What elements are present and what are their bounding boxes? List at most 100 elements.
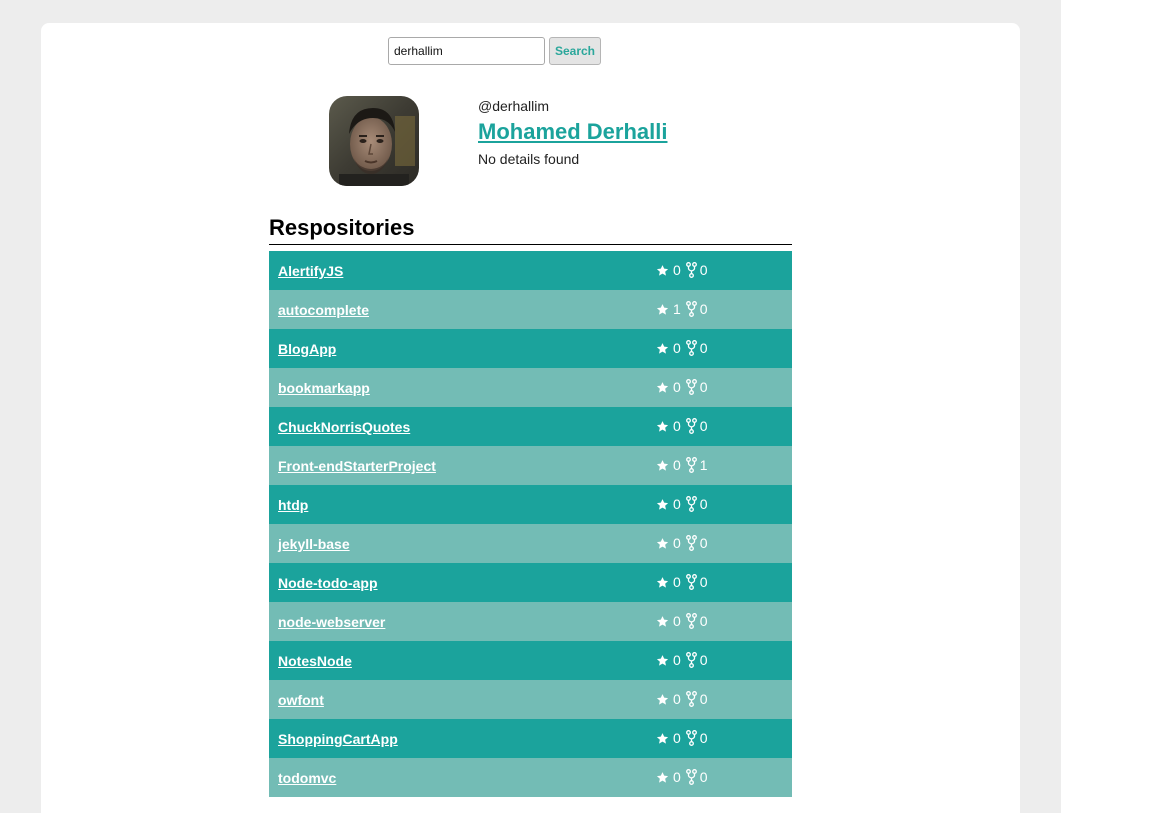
- fork-count: 0: [699, 418, 708, 434]
- star-icon: [656, 615, 669, 627]
- fork-icon: [685, 769, 697, 785]
- star-icon: [656, 264, 669, 276]
- repo-stats: 0 0: [656, 729, 708, 747]
- fork-count: 0: [699, 535, 708, 551]
- fork-count: 0: [699, 379, 708, 395]
- repo-link[interactable]: owfont: [278, 692, 324, 708]
- repo-row: AlertifyJS 0 0: [269, 251, 792, 290]
- repo-stats: 0 0: [656, 768, 708, 786]
- star-icon: [656, 342, 669, 354]
- repo-stats: 0 0: [656, 339, 708, 357]
- star-count: 0: [673, 613, 681, 629]
- repo-link[interactable]: Front-endStarterProject: [278, 458, 436, 474]
- fork-count: 0: [699, 613, 708, 629]
- repo-row: Front-endStarterProject 0 1: [269, 446, 792, 485]
- star-icon: [656, 420, 669, 432]
- star-count: 0: [673, 691, 681, 707]
- profile-name-link[interactable]: Mohamed Derhalli: [478, 119, 667, 145]
- avatar[interactable]: [329, 96, 419, 186]
- star-icon: [656, 732, 669, 744]
- repo-row: owfont 0 0: [269, 680, 792, 719]
- repo-stats: 1 0: [656, 300, 708, 318]
- star-count: 1: [673, 301, 681, 317]
- divider: [269, 244, 792, 245]
- repo-row: htdp 0 0: [269, 485, 792, 524]
- star-count: 0: [673, 535, 681, 551]
- repo-link[interactable]: ShoppingCartApp: [278, 731, 398, 747]
- star-icon: [656, 303, 669, 315]
- star-icon: [656, 693, 669, 705]
- fork-icon: [685, 301, 697, 317]
- fork-count: 0: [699, 652, 708, 668]
- repo-row: BlogApp 0 0: [269, 329, 792, 368]
- repo-link[interactable]: BlogApp: [278, 341, 336, 357]
- repo-link[interactable]: autocomplete: [278, 302, 369, 318]
- fork-count: 0: [699, 301, 708, 317]
- fork-icon: [685, 613, 697, 629]
- fork-count: 0: [699, 496, 708, 512]
- user-avatar-photo-icon: [329, 96, 419, 186]
- fork-count: 0: [699, 730, 708, 746]
- star-count: 0: [673, 769, 681, 785]
- repo-row: ChuckNorrisQuotes 0 0: [269, 407, 792, 446]
- fork-icon: [685, 535, 697, 551]
- star-count: 0: [673, 262, 681, 278]
- repo-link[interactable]: bookmarkapp: [278, 380, 370, 396]
- fork-count: 0: [699, 769, 708, 785]
- fork-count: 0: [699, 574, 708, 590]
- star-count: 0: [673, 340, 681, 356]
- fork-icon: [685, 457, 697, 473]
- fork-icon: [685, 379, 697, 395]
- fork-icon: [685, 691, 697, 707]
- star-count: 0: [673, 496, 681, 512]
- repo-stats: 0 0: [656, 651, 708, 669]
- repo-link[interactable]: todomvc: [278, 770, 336, 786]
- repo-link[interactable]: NotesNode: [278, 653, 352, 669]
- repo-stats: 0 0: [656, 495, 708, 513]
- star-icon: [656, 381, 669, 393]
- repo-row: jekyll-base 0 0: [269, 524, 792, 563]
- star-icon: [656, 459, 669, 471]
- repo-row: Node-todo-app 0 0: [269, 563, 792, 602]
- repo-link[interactable]: node-webserver: [278, 614, 385, 630]
- star-count: 0: [673, 379, 681, 395]
- repo-stats: 0 0: [656, 378, 708, 396]
- fork-icon: [685, 730, 697, 746]
- repo-row: autocomplete 1 0: [269, 290, 792, 329]
- star-icon: [656, 654, 669, 666]
- repo-row: todomvc 0 0: [269, 758, 792, 797]
- repo-row: node-webserver 0 0: [269, 602, 792, 641]
- star-icon: [656, 576, 669, 588]
- star-count: 0: [673, 418, 681, 434]
- fork-count: 0: [699, 691, 708, 707]
- repo-link[interactable]: AlertifyJS: [278, 263, 343, 279]
- fork-icon: [685, 340, 697, 356]
- star-icon: [656, 498, 669, 510]
- star-count: 0: [673, 574, 681, 590]
- repo-stats: 0 0: [656, 573, 708, 591]
- repo-link[interactable]: Node-todo-app: [278, 575, 378, 591]
- repo-row: ShoppingCartApp 0 0: [269, 719, 792, 758]
- fork-icon: [685, 496, 697, 512]
- repo-stats: 0 1: [656, 456, 708, 474]
- repo-stats: 0 0: [656, 261, 708, 279]
- search-button[interactable]: Search: [549, 37, 601, 65]
- repo-stats: 0 0: [656, 612, 708, 630]
- star-count: 0: [673, 652, 681, 668]
- search-input[interactable]: [388, 37, 545, 65]
- repo-link[interactable]: jekyll-base: [278, 536, 350, 552]
- repo-row: NotesNode 0 0: [269, 641, 792, 680]
- fork-count: 0: [699, 262, 708, 278]
- fork-icon: [685, 652, 697, 668]
- repository-list: AlertifyJS 0 0 autocomplete 1 0 BlogApp …: [269, 251, 792, 797]
- repo-link[interactable]: ChuckNorrisQuotes: [278, 419, 410, 435]
- fork-icon: [685, 574, 697, 590]
- star-icon: [656, 771, 669, 783]
- fork-count: 0: [699, 340, 708, 356]
- fork-icon: [685, 262, 697, 278]
- star-icon: [656, 537, 669, 549]
- star-count: 0: [673, 457, 681, 473]
- repo-stats: 0 0: [656, 690, 708, 708]
- star-count: 0: [673, 730, 681, 746]
- repo-link[interactable]: htdp: [278, 497, 308, 513]
